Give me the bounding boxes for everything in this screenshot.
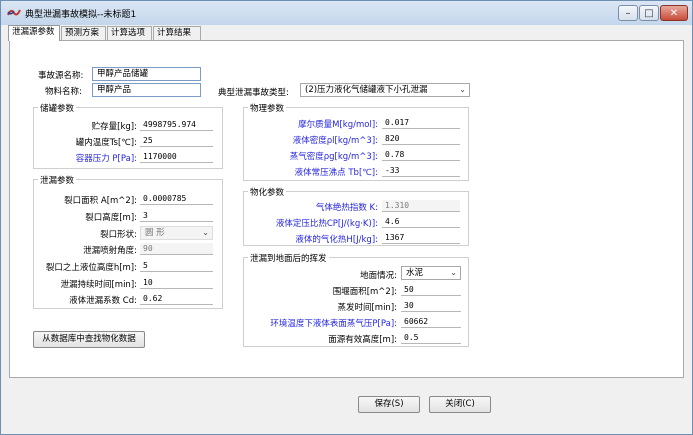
liquid-height-label: 裂口之上液位高度h[m]: [45,263,137,273]
molar-mass-input[interactable]: 0.017 [382,117,460,129]
vapor-density-label: 蒸气密度ρg[kg/m^3]: [289,152,378,162]
tab-calc-results[interactable]: 计算结果 [153,26,201,40]
maximize-button[interactable]: □ [639,5,659,21]
heat-capacity-input[interactable]: 4.6 [382,216,460,228]
chevron-down-icon: ⌄ [450,268,457,277]
jet-angle-input[interactable]: 90 [140,243,213,255]
volume-input[interactable]: 4998795.974 [140,119,213,131]
lookup-database-button[interactable]: 从数据库中查找物化数据 [33,331,145,348]
physical-params-group: 物理参数 摩尔质量M[kg/mol]: 0.017 液体密度ρl[kg/m^3]… [243,102,469,181]
evap-time-input[interactable]: 30 [401,300,461,312]
close-button[interactable]: 关闭(C) [429,396,491,413]
ground-label: 地面情况: [360,271,397,281]
vapor-density-input[interactable]: 0.78 [382,149,460,161]
crack-shape-select[interactable]: 圆 形 ⌄ [140,226,213,240]
chemical-params-group: 物化参数 气体绝热指数 K: 1.310 液体定压比热CP[J/(kg·K)]:… [243,186,469,246]
leak-coef-label: 液体泄漏系数 Cd: [69,296,137,306]
tank-temp-label: 罐内温度Ts[℃]: [75,138,137,148]
vaporization-heat-input[interactable]: 1367 [382,232,460,244]
leak-type-select[interactable]: (2)压力液化气储罐液下小孔泄漏 ⌄ [300,83,470,97]
tank-temp-input[interactable]: 25 [140,135,213,147]
vapor-pressure-input[interactable]: 60662 [401,316,461,328]
source-name-input[interactable]: 甲醇产品储罐 [92,67,201,81]
molar-mass-label: 摩尔质量M[kg/mol]: [298,120,378,130]
tab-forecast-plan[interactable]: 预测方案 [61,26,106,40]
surface-height-input[interactable]: 0.5 [401,332,461,344]
tab-source-params[interactable]: 泄漏源参数 [8,25,60,41]
evaporation-title: 泄漏到地面后的挥发 [248,252,329,264]
leak-coef-input[interactable]: 0.62 [140,293,213,305]
dike-area-label: 围堰面积[m^2]: [332,287,397,297]
material-name-label: 物料名称: [45,87,82,97]
duration-input[interactable]: 10 [140,277,213,289]
crack-area-label: 裂口面积 A[m^2]: [64,196,137,206]
leak-type-label: 典型泄漏事故类型: [218,88,289,98]
vaporization-heat-label: 液体的气化热H[J/kg]: [295,235,378,245]
crack-shape-label: 裂口形状: [100,230,137,240]
chevron-down-icon: ⌄ [459,85,466,94]
adiabatic-index-input[interactable]: 1.310 [382,200,460,212]
liquid-density-input[interactable]: 820 [382,133,460,145]
chemical-params-title: 物化参数 [248,186,287,198]
liquid-density-label: 液体密度ρl[kg/m^3]: [292,136,378,146]
heat-capacity-label: 液体定压比热CP[J/(kg·K)]: [275,219,378,229]
storage-params-title: 储罐参数 [38,102,77,114]
evap-time-label: 蒸发时间[min]: [337,303,397,313]
crack-area-input[interactable]: 0.0000785 [140,193,213,205]
pressure-label: 容器压力 P[Pa]: [75,154,137,164]
material-name-input[interactable]: 甲醇产品 [92,83,201,97]
leak-params-group: 泄漏参数 裂口面积 A[m^2]: 0.0000785 裂口高度[m]: 3 裂… [33,174,223,309]
leak-type-value: (2)压力液化气储罐液下小孔泄漏 [305,85,428,95]
adiabatic-index-label: 气体绝热指数 K: [315,203,378,213]
leak-params-title: 泄漏参数 [38,174,77,186]
maximize-icon: □ [644,7,654,19]
source-name-label: 事故源名称: [38,71,84,81]
close-window-button[interactable]: ✕ [660,5,688,21]
vapor-pressure-label: 环境温度下液体表面蒸气压P[Pa]: [270,319,397,329]
boiling-point-input[interactable]: -33 [382,165,460,177]
evaporation-group: 泄漏到地面后的挥发 地面情况: 水泥 ⌄ 围堰面积[m^2]: 50 蒸发时间[… [243,252,469,347]
storage-params-group: 储罐参数 贮存量[kg]: 4998795.974 罐内温度Ts[℃]: 25 … [33,102,223,169]
window-title: 典型泄漏事故模拟--未标题1 [25,10,137,20]
ground-select[interactable]: 水泥 ⌄ [401,266,461,280]
title-bar: 典型泄漏事故模拟--未标题1 – □ ✕ [1,1,692,25]
duration-label: 泄漏持续时间[min]: [60,280,137,290]
crack-shape-value: 圆 形 [145,228,165,238]
volume-label: 贮存量[kg]: [91,122,137,132]
minimize-button[interactable]: – [618,5,638,21]
pressure-input[interactable]: 1170000 [140,151,213,163]
jet-angle-label: 泄漏喷射角度: [83,246,137,256]
boiling-point-label: 液体常压沸点 Tb[℃]: [294,168,378,178]
crack-height-label: 裂口高度[m]: [85,213,137,223]
app-window: 典型泄漏事故模拟--未标题1 – □ ✕ 泄漏源参数 预测方案 计算选项 计算结… [0,0,693,435]
tab-calc-options[interactable]: 计算选项 [107,26,152,40]
minimize-icon: – [625,7,631,19]
dike-area-input[interactable]: 50 [401,284,461,296]
physical-params-title: 物理参数 [248,102,287,114]
close-icon: ✕ [669,7,679,19]
surface-height-label: 面源有效高度[m]: [328,335,397,345]
chevron-down-icon: ⌄ [202,228,209,237]
tab-panel: 事故源名称: 甲醇产品储罐 物料名称: 甲醇产品 典型泄漏事故类型: (2)压力… [9,40,684,378]
save-button[interactable]: 保存(S) [358,396,420,413]
crack-height-input[interactable]: 3 [140,210,213,222]
app-logo-icon [7,9,21,16]
ground-value: 水泥 [406,268,424,278]
liquid-height-input[interactable]: 5 [140,260,213,272]
